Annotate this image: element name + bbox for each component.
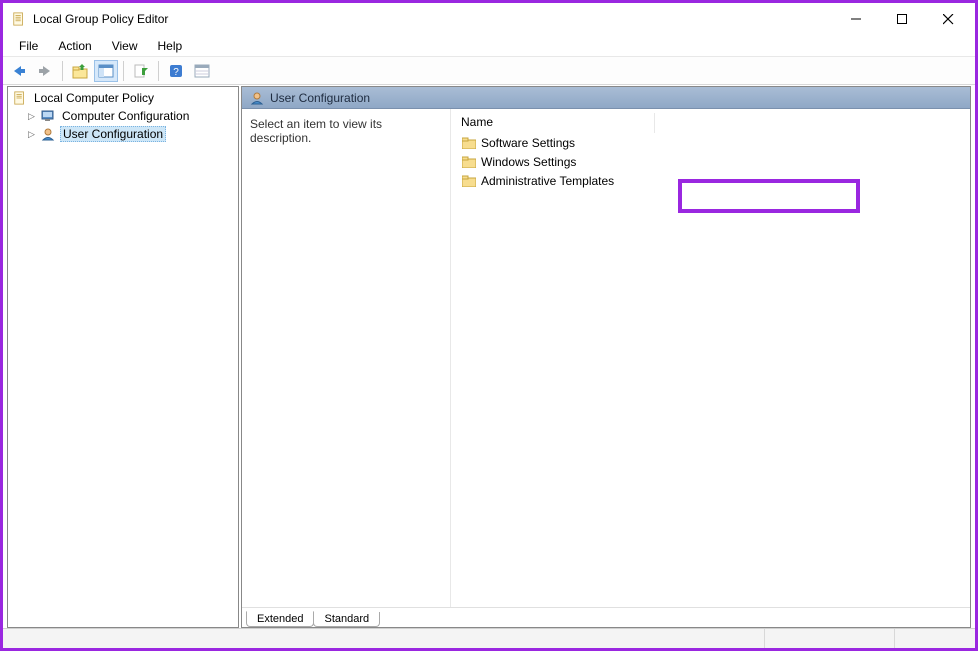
list-item-label: Software Settings xyxy=(481,136,575,150)
tab-standard[interactable]: Standard xyxy=(313,612,380,627)
list-item[interactable]: Windows Settings xyxy=(455,152,970,171)
up-button[interactable] xyxy=(68,60,92,82)
menu-help[interactable]: Help xyxy=(148,37,193,55)
tree-item-label: User Configuration xyxy=(60,126,166,142)
svg-text:?: ? xyxy=(173,67,179,78)
maximize-button[interactable] xyxy=(879,5,925,33)
folder-icon xyxy=(461,173,477,189)
menu-view[interactable]: View xyxy=(102,37,148,55)
toolbar-separator xyxy=(62,61,63,81)
list-item[interactable]: Software Settings xyxy=(455,133,970,152)
tree-item-computer-configuration[interactable]: ▷ Computer Configuration xyxy=(10,107,236,125)
show-hide-tree-button[interactable] xyxy=(94,60,118,82)
toolbar: ? xyxy=(3,57,975,85)
window-controls xyxy=(833,5,971,33)
computer-icon xyxy=(40,108,56,124)
statusbar-pane xyxy=(765,629,895,648)
list-header-name[interactable]: Name xyxy=(455,113,655,133)
user-icon xyxy=(250,91,264,105)
menu-action[interactable]: Action xyxy=(48,37,101,55)
back-button[interactable] xyxy=(7,60,31,82)
tree-pane[interactable]: Local Computer Policy ▷ Computer Configu… xyxy=(7,86,239,628)
list-column[interactable]: Name Software Settings Windows Settings … xyxy=(450,109,970,607)
list-item-label: Administrative Templates xyxy=(481,174,614,188)
detail-body: Select an item to view its description. … xyxy=(242,109,970,607)
close-button[interactable] xyxy=(925,5,971,33)
list-item[interactable]: Administrative Templates xyxy=(455,171,970,190)
toolbar-separator xyxy=(158,61,159,81)
detail-pane: User Configuration Select an item to vie… xyxy=(241,86,971,628)
window-title: Local Group Policy Editor xyxy=(33,12,833,26)
toolbar-separator xyxy=(123,61,124,81)
view-tabs: Extended Standard xyxy=(242,607,970,627)
statusbar-pane xyxy=(3,629,765,648)
tree-item-label: Computer Configuration xyxy=(60,109,191,123)
menu-file[interactable]: File xyxy=(9,37,48,55)
expander-icon[interactable]: ▷ xyxy=(28,111,40,122)
document-icon xyxy=(12,90,28,106)
filter-button[interactable] xyxy=(190,60,214,82)
user-icon xyxy=(40,126,56,142)
window-frame: Local Group Policy Editor File Action Vi… xyxy=(0,0,978,651)
tree-item-user-configuration[interactable]: ▷ User Configuration xyxy=(10,125,236,143)
detail-header: User Configuration xyxy=(242,87,970,109)
menubar: File Action View Help xyxy=(3,35,975,57)
detail-header-title: User Configuration xyxy=(270,91,370,105)
description-prompt: Select an item to view its description. xyxy=(250,117,382,145)
tree-root[interactable]: Local Computer Policy xyxy=(10,89,236,107)
content-area: Local Computer Policy ▷ Computer Configu… xyxy=(3,85,975,628)
folder-icon xyxy=(461,154,477,170)
help-button[interactable]: ? xyxy=(164,60,188,82)
tree-root-label: Local Computer Policy xyxy=(32,91,156,105)
tab-extended[interactable]: Extended xyxy=(246,611,314,627)
folder-icon xyxy=(461,135,477,151)
list-item-label: Windows Settings xyxy=(481,155,576,169)
statusbar-pane xyxy=(895,629,975,648)
titlebar: Local Group Policy Editor xyxy=(3,3,975,35)
export-button[interactable] xyxy=(129,60,153,82)
statusbar xyxy=(3,628,975,648)
minimize-button[interactable] xyxy=(833,5,879,33)
description-column: Select an item to view its description. xyxy=(242,109,450,607)
app-icon xyxy=(11,11,27,27)
expander-icon[interactable]: ▷ xyxy=(28,129,40,140)
forward-button[interactable] xyxy=(33,60,57,82)
